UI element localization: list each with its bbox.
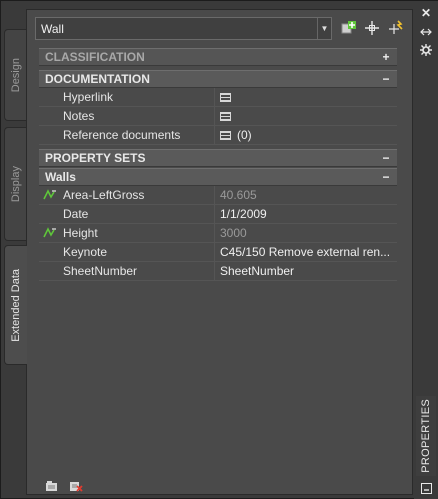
palette-menu-icon[interactable] xyxy=(417,480,435,496)
table-icon[interactable] xyxy=(220,130,231,140)
expand-icon[interactable]: + xyxy=(379,50,393,64)
palette-title-text: PROPERTIES xyxy=(420,399,432,473)
tab-design-label: Design xyxy=(9,57,22,93)
property-value[interactable]: 1/1/2009 xyxy=(215,205,397,223)
section-property-sets[interactable]: PROPERTY SETS − xyxy=(39,149,397,167)
section-documentation-title: DOCUMENTATION xyxy=(45,72,150,86)
chevron-down-icon[interactable]: ▼ xyxy=(317,18,331,39)
formula-icon xyxy=(39,186,61,204)
section-walls[interactable]: Walls − xyxy=(39,168,397,186)
auto-hide-icon[interactable] xyxy=(417,24,435,40)
collapse-icon[interactable]: − xyxy=(379,151,393,165)
add-selection-icon[interactable] xyxy=(340,19,358,37)
property-value[interactable]: (0) xyxy=(215,126,397,144)
property-value[interactable]: C45/150 Remove external ren... xyxy=(215,243,397,261)
section-property-sets-title: PROPERTY SETS xyxy=(45,151,146,165)
property-row-height[interactable]: Height 3000 xyxy=(39,224,397,243)
tab-display-label: Display xyxy=(9,165,22,203)
remove-property-set-icon[interactable] xyxy=(69,480,83,492)
palette-title[interactable]: PROPERTIES xyxy=(416,396,436,476)
table-icon[interactable] xyxy=(220,111,231,121)
property-name: Date xyxy=(61,205,215,223)
tab-extended-data-label: Extended Data xyxy=(10,268,22,342)
close-icon[interactable]: ✕ xyxy=(417,5,435,21)
property-row-area-leftgross[interactable]: Area-LeftGross 40.605 xyxy=(39,186,397,205)
tab-display[interactable]: Display xyxy=(4,127,26,241)
properties-palette: Design Display Extended Data Wall ▼ CLAS… xyxy=(0,0,438,499)
property-name: Hyperlink xyxy=(61,88,215,106)
property-value[interactable]: SheetNumber xyxy=(215,262,397,280)
row-gutter xyxy=(39,107,61,125)
property-row-keynote[interactable]: Keynote C45/150 Remove external ren... xyxy=(39,243,397,262)
property-value[interactable] xyxy=(215,88,397,106)
row-gutter xyxy=(39,126,61,144)
section-documentation[interactable]: DOCUMENTATION − xyxy=(39,70,397,88)
style-dropdown-value: Wall xyxy=(41,21,64,36)
row-gutter xyxy=(39,243,61,261)
section-walls-title: Walls xyxy=(45,170,76,184)
table-icon[interactable] xyxy=(220,92,231,102)
row-gutter xyxy=(39,262,61,280)
add-property-set-icon[interactable] xyxy=(45,480,59,492)
property-value[interactable] xyxy=(215,107,397,125)
tab-extended-data[interactable]: Extended Data xyxy=(4,245,27,365)
property-row-reference-documents[interactable]: Reference documents (0) xyxy=(39,126,397,145)
property-name: Area-LeftGross xyxy=(61,186,215,204)
property-value: 3000 xyxy=(220,226,247,240)
property-name: Notes xyxy=(61,107,215,125)
property-name: Height xyxy=(61,224,215,242)
property-name: SheetNumber xyxy=(61,262,215,280)
collapse-icon[interactable]: − xyxy=(379,72,393,86)
row-gutter xyxy=(39,205,61,223)
property-grid: CLASSIFICATION + DOCUMENTATION − Hyperli… xyxy=(39,48,397,281)
style-dropdown[interactable]: Wall ▼ xyxy=(35,17,332,40)
tab-design[interactable]: Design xyxy=(4,29,26,121)
property-row-date[interactable]: Date 1/1/2009 xyxy=(39,205,397,224)
property-name: Reference documents xyxy=(61,126,215,144)
row-gutter xyxy=(39,88,61,106)
select-objects-icon[interactable] xyxy=(363,19,381,37)
property-row-sheetnumber[interactable]: SheetNumber SheetNumber xyxy=(39,262,397,281)
main-panel: Wall ▼ CLASSIFICATION + DOCUMENTATION − … xyxy=(26,9,413,495)
formula-icon xyxy=(39,224,61,242)
property-row-notes[interactable]: Notes xyxy=(39,107,397,126)
property-row-hyperlink[interactable]: Hyperlink xyxy=(39,88,397,107)
section-classification-title: CLASSIFICATION xyxy=(45,50,145,64)
property-value-text: (0) xyxy=(237,128,252,142)
quick-select-icon[interactable] xyxy=(387,19,405,37)
collapse-icon[interactable]: − xyxy=(379,170,393,184)
property-name: Keynote xyxy=(61,243,215,261)
section-classification[interactable]: CLASSIFICATION + xyxy=(39,48,397,66)
settings-icon[interactable] xyxy=(417,42,435,58)
palette-title-bar: ✕ PROPERTIES xyxy=(414,1,438,499)
property-value: 40.605 xyxy=(220,188,257,202)
